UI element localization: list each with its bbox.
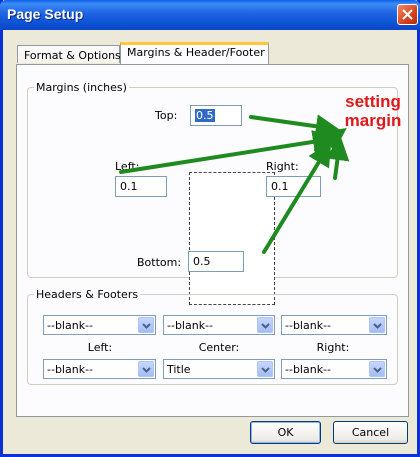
arrow-from-top (249, 114, 340, 139)
arrow-short (325, 136, 350, 180)
arrow-from-bottom (262, 141, 332, 254)
page-setup-dialog: Page Setup Format & Options Margins & He… (0, 0, 420, 457)
tab-label: Margins & Header/Footer (127, 46, 265, 59)
tab-margins-header-footer[interactable]: Margins & Header/Footer (120, 42, 269, 64)
arrow-from-left (119, 130, 337, 174)
annotation-arrows (119, 114, 350, 254)
